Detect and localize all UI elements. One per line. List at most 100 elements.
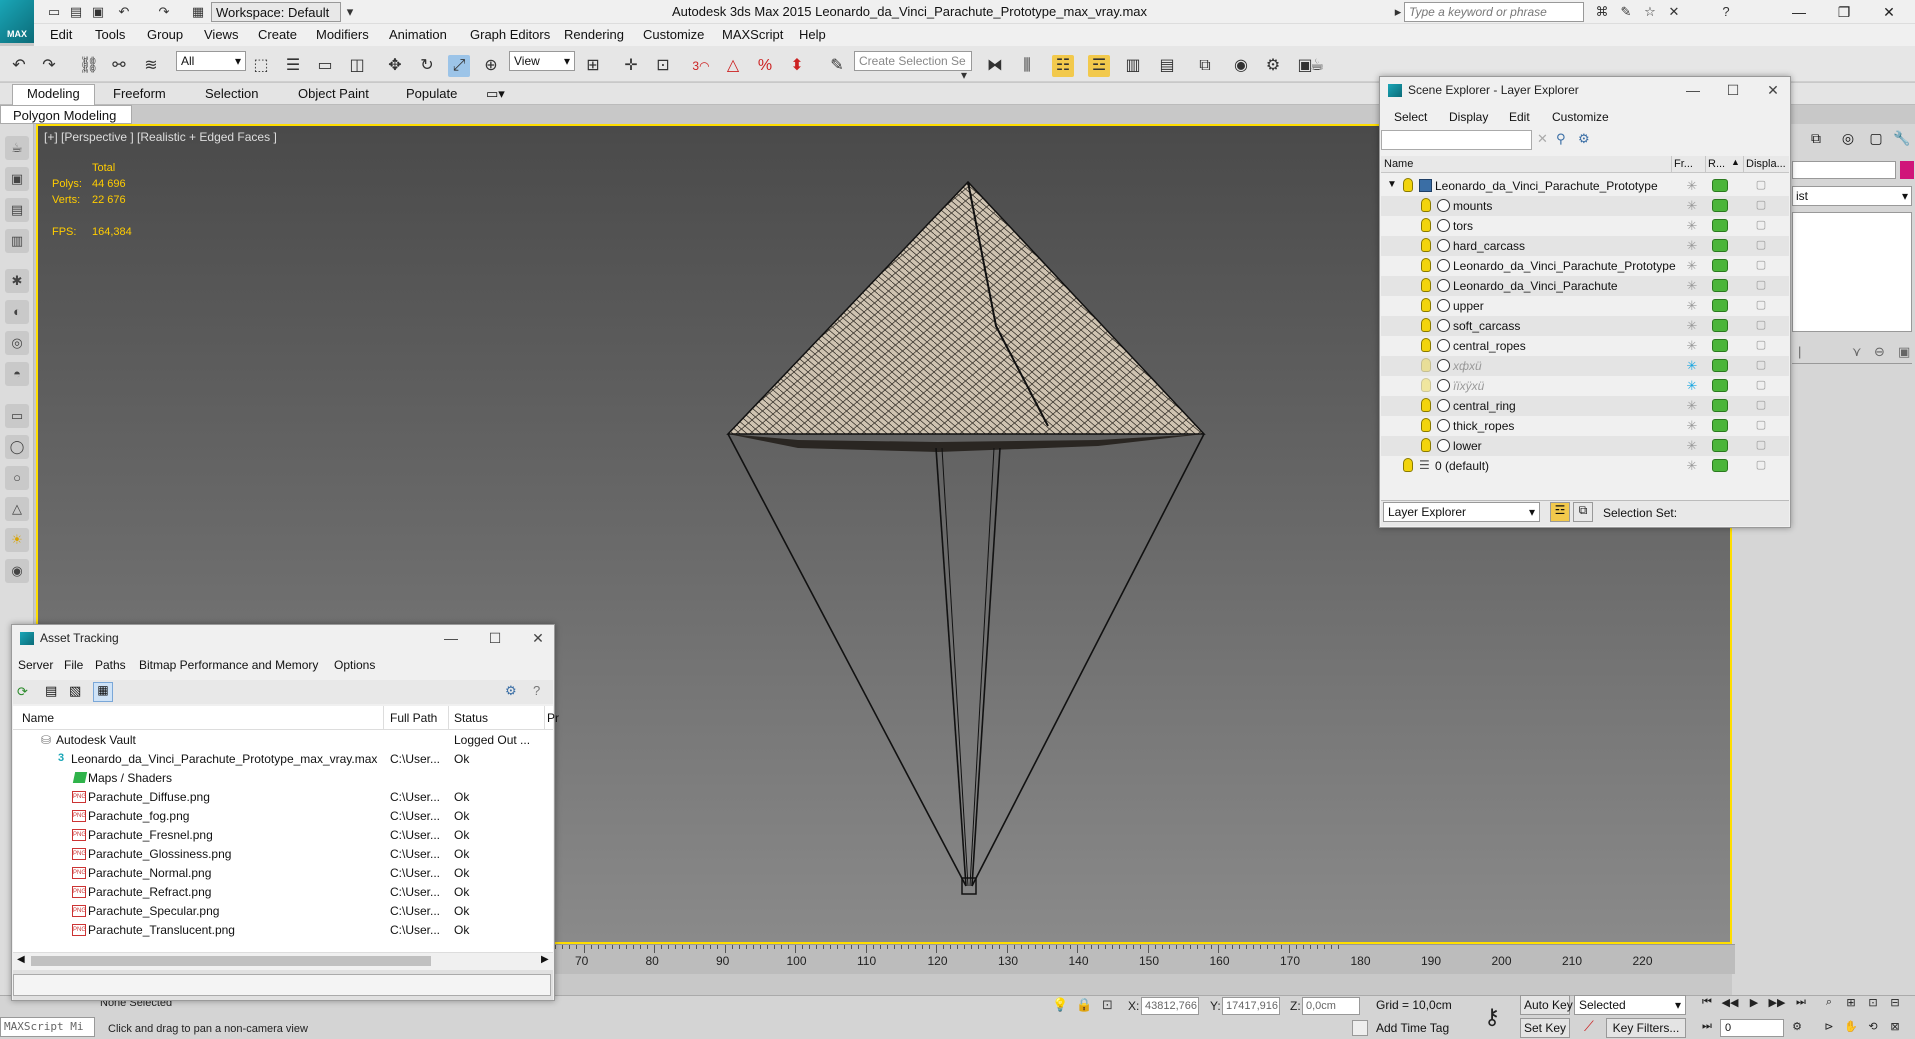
display-box-icon[interactable]: ▢: [1753, 378, 1769, 391]
render-teapot-icon[interactable]: [1712, 299, 1728, 312]
reference-coordinate-dropdown[interactable]: View ▾: [509, 51, 575, 71]
dropdown-arrow-icon[interactable]: ▾: [342, 4, 358, 20]
cylinder-primitive-icon[interactable]: ○: [5, 466, 29, 490]
filter-icon[interactable]: ⚲: [1556, 131, 1566, 147]
table-row[interactable]: PNG Parachute_Translucent.png C:\User... Ok: [13, 921, 553, 940]
track-bar-ruler[interactable]: 70 80 90 100 110 120 130 140 150 160 170 180 190 200 2…: [555, 944, 1735, 974]
tab-selection[interactable]: Selection: [205, 86, 258, 101]
zoom-icon[interactable]: ⌕: [1820, 996, 1838, 1014]
keyboard-shortcut-icon[interactable]: ⊡: [652, 55, 674, 77]
render-teapot-icon[interactable]: [1712, 459, 1728, 472]
help-search-input[interactable]: Type a keyword or phrase: [1404, 2, 1584, 22]
list-view-icon[interactable]: ▤: [45, 683, 57, 699]
se-tree-row[interactable]: ☰ 0 (default) ✳ ▢: [1381, 456, 1789, 476]
se-tree-row[interactable]: upper ✳ ▢: [1381, 296, 1789, 316]
space-warp-icon[interactable]: ◓: [5, 362, 29, 386]
display-box-icon[interactable]: ▢: [1753, 238, 1769, 251]
place-icon[interactable]: ⊕: [480, 55, 502, 77]
visibility-bulb-icon[interactable]: [1421, 338, 1431, 352]
select-by-name-icon[interactable]: ☰: [282, 55, 304, 77]
scroll-thumb[interactable]: [31, 956, 431, 966]
absolute-mode-icon[interactable]: ⊡: [1102, 997, 1113, 1013]
se-menu-customize[interactable]: Customize: [1552, 110, 1609, 124]
pin-stack-icon[interactable]: |: [1798, 344, 1801, 359]
box-primitive-icon[interactable]: ▭: [5, 404, 29, 428]
se-tree-row[interactable]: ▼ Leonardo_da_Vinci_Parachute_Prototype ✳ ▢: [1381, 176, 1789, 196]
object-color-swatch[interactable]: [1900, 161, 1914, 179]
tab-modeling[interactable]: Modeling: [12, 84, 95, 105]
at-menu-file[interactable]: File: [64, 658, 83, 672]
minimize-icon[interactable]: —: [436, 628, 466, 648]
render-teapot-icon[interactable]: [1712, 359, 1728, 372]
snaps-toggle-icon[interactable]: 3◠: [690, 55, 712, 77]
visibility-bulb-icon[interactable]: [1421, 198, 1431, 212]
se-tree-row[interactable]: thick_ropes ✳ ▢: [1381, 416, 1789, 436]
display-box-icon[interactable]: ▢: [1753, 258, 1769, 271]
app-menu-button[interactable]: MAX: [0, 0, 34, 43]
clear-search-icon[interactable]: ✕: [1537, 131, 1548, 147]
explorer-mode-dropdown[interactable]: Layer Explorer ▾: [1383, 502, 1540, 522]
visibility-bulb-icon[interactable]: [1421, 418, 1431, 432]
render-teapot-icon[interactable]: [1712, 379, 1728, 392]
scroll-left-icon[interactable]: ◀: [17, 954, 25, 965]
visibility-bulb-icon[interactable]: [1421, 238, 1431, 252]
helper-icon[interactable]: ◎: [5, 331, 29, 355]
layer-toggle-icon[interactable]: ☲: [1550, 502, 1570, 522]
freeze-snowflake-icon[interactable]: ✳: [1683, 218, 1701, 234]
close-icon[interactable]: ✕: [1870, 2, 1908, 22]
z-coordinate-field[interactable]: 0,0cm: [1302, 997, 1360, 1015]
render-teapot-icon[interactable]: [1712, 179, 1728, 192]
display-box-icon[interactable]: ▢: [1753, 458, 1769, 471]
schematic-view-icon[interactable]: ⧉: [1194, 55, 1216, 77]
motion-icon[interactable]: ▥: [5, 229, 29, 253]
teapot-create-icon[interactable]: ☕: [5, 136, 29, 160]
table-row[interactable]: PNG Parachute_Specular.png C:\User... Ok: [13, 902, 553, 921]
freeze-snowflake-icon[interactable]: ✳: [1683, 438, 1701, 454]
minimize-icon[interactable]: —: [1678, 80, 1708, 100]
link-icon[interactable]: ⛓: [78, 55, 100, 77]
menu-modifiers[interactable]: Modifiers: [316, 27, 369, 42]
motion-tab-icon[interactable]: ◎: [1838, 130, 1858, 150]
column-renderable[interactable]: R...: [1708, 158, 1725, 170]
ribbon-panel-polygon-modeling[interactable]: Polygon Modeling: [0, 105, 132, 124]
set-key-mode-icon[interactable]: ⚷: [1484, 1004, 1500, 1030]
at-horizontal-scrollbar[interactable]: ◀ ▶: [13, 952, 553, 968]
named-selection-dropdown[interactable]: Create Selection Se ▾: [854, 51, 972, 82]
y-coordinate-field[interactable]: 17417,916: [1222, 997, 1280, 1015]
exchange-icon[interactable]: ✕: [1666, 4, 1682, 20]
redo-icon[interactable]: ↷: [38, 55, 60, 77]
angle-snap-icon[interactable]: △: [722, 55, 744, 77]
se-tree-row[interactable]: central_ring ✳ ▢: [1381, 396, 1789, 416]
scale-icon[interactable]: ⤢: [448, 55, 470, 77]
orbit-icon[interactable]: ⟲: [1864, 1020, 1882, 1038]
help-icon[interactable]: ?: [1718, 4, 1734, 20]
redo-icon[interactable]: ↷: [156, 4, 172, 20]
camera-icon[interactable]: ◐: [5, 300, 29, 324]
toggle-scene-explorer-icon[interactable]: ☷: [1052, 55, 1074, 77]
at-path-input[interactable]: [13, 974, 551, 996]
table-row[interactable]: PNG Parachute_fog.png C:\User... Ok: [13, 807, 553, 826]
render-teapot-icon[interactable]: [1712, 319, 1728, 332]
se-menu-display[interactable]: Display: [1449, 110, 1488, 124]
display-box-icon[interactable]: ▢: [1753, 218, 1769, 231]
modifier-stack[interactable]: [1792, 212, 1912, 332]
select-manipulate-icon[interactable]: ✛: [620, 55, 642, 77]
field-of-view-icon[interactable]: ⊳: [1820, 1020, 1838, 1038]
undo-icon[interactable]: ↶: [8, 55, 30, 77]
render-setup-icon[interactable]: ⚙: [1262, 55, 1284, 77]
se-tree-row[interactable]: Leonardo_da_Vinci_Parachute ✳ ▢: [1381, 276, 1789, 296]
tab-populate[interactable]: Populate: [406, 86, 457, 101]
freeze-snowflake-icon[interactable]: ✳: [1683, 358, 1701, 374]
visibility-bulb-icon[interactable]: [1421, 298, 1431, 312]
refresh-icon[interactable]: ⟳: [17, 684, 28, 700]
menu-maxscript[interactable]: MAXScript: [722, 27, 783, 42]
collapse-arrow-icon[interactable]: ▼: [1387, 179, 1397, 190]
move-icon[interactable]: ✥: [384, 55, 406, 77]
se-search-input[interactable]: [1381, 130, 1532, 150]
se-tree-row[interactable]: ïïxÿxü ✳ ▢: [1381, 376, 1789, 396]
column-full-path[interactable]: Full Path: [390, 711, 437, 725]
zoom-all-icon[interactable]: ⊞: [1842, 996, 1860, 1014]
display-box-icon[interactable]: ▢: [1753, 358, 1769, 371]
display-box-icon[interactable]: ▢: [1753, 278, 1769, 291]
se-tree-row[interactable]: mounts ✳ ▢: [1381, 196, 1789, 216]
